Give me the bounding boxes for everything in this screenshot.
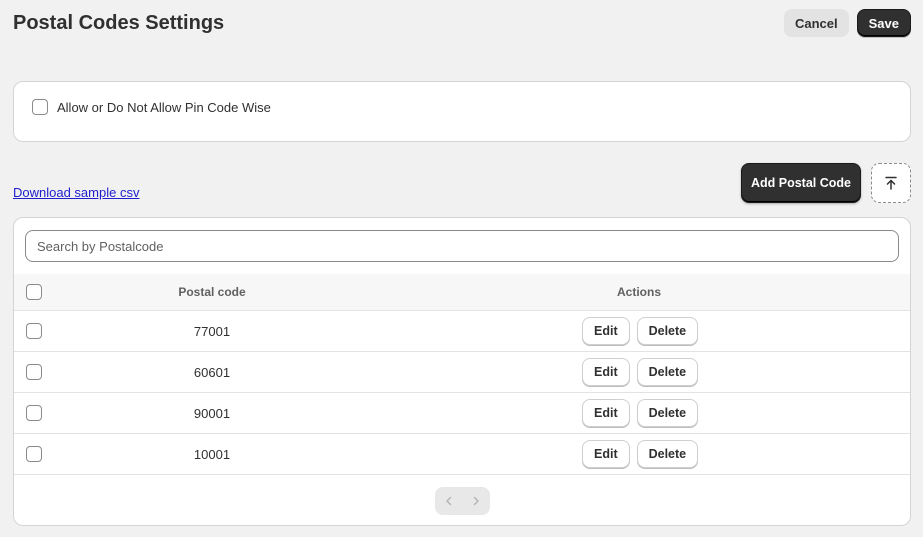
row-checkbox[interactable] [26,364,42,380]
upload-icon [885,176,897,190]
row-actions: Edit Delete [582,399,699,427]
edit-button[interactable]: Edit [582,317,630,345]
page-header: Postal Codes Settings Cancel Save [13,9,911,37]
table-row: 60601 Edit Delete [14,352,910,393]
page-title: Postal Codes Settings [13,11,225,34]
row-actions: Edit Delete [582,358,699,386]
pin-code-setting[interactable]: Allow or Do Not Allow Pin Code Wise [32,99,271,115]
edit-button[interactable]: Edit [582,399,630,427]
pagination [435,487,490,515]
delete-button[interactable]: Delete [636,317,699,345]
table-header: Postal code Actions [14,274,910,311]
pin-code-setting-card: Allow or Do Not Allow Pin Code Wise [13,81,911,142]
edit-button[interactable]: Edit [582,440,630,468]
header-actions: Cancel Save [783,9,911,37]
chevron-right-icon [473,496,479,506]
column-header-actions: Actions [616,285,661,299]
postal-code-cell: 90001 [193,405,231,421]
delete-button[interactable]: Delete [636,440,699,468]
upload-button[interactable] [871,163,911,203]
row-checkbox[interactable] [26,405,42,421]
download-sample-csv-link[interactable]: Download sample csv [13,185,139,200]
pin-code-wise-checkbox[interactable] [32,99,48,115]
delete-button[interactable]: Delete [636,399,699,427]
postal-codes-table-card: Postal code Actions 77001 Edit Delete 60… [13,217,911,526]
postal-code-cell: 77001 [193,323,231,339]
row-checkbox[interactable] [26,323,42,339]
delete-button[interactable]: Delete [636,358,699,386]
column-header-postal-code: Postal code [178,285,246,299]
row-actions: Edit Delete [582,317,699,345]
row-actions: Edit Delete [582,440,699,468]
select-all-checkbox[interactable] [26,284,42,300]
edit-button[interactable]: Edit [582,358,630,386]
table-row: 90001 Edit Delete [14,393,910,434]
postal-code-cell: 10001 [193,446,231,462]
save-button[interactable]: Save [856,9,911,37]
table-row: 10001 Edit Delete [14,434,910,475]
next-page-button[interactable] [462,487,489,515]
cancel-button[interactable]: Cancel [783,9,849,37]
row-checkbox[interactable] [26,446,42,462]
add-postal-code-button[interactable]: Add Postal Code [741,163,861,203]
pin-code-wise-label: Allow or Do Not Allow Pin Code Wise [57,99,271,115]
table-row: 77001 Edit Delete [14,311,910,352]
postal-code-cell: 60601 [193,364,231,380]
search-input[interactable] [25,230,899,262]
previous-page-button[interactable] [435,487,462,515]
chevron-left-icon [445,496,451,506]
